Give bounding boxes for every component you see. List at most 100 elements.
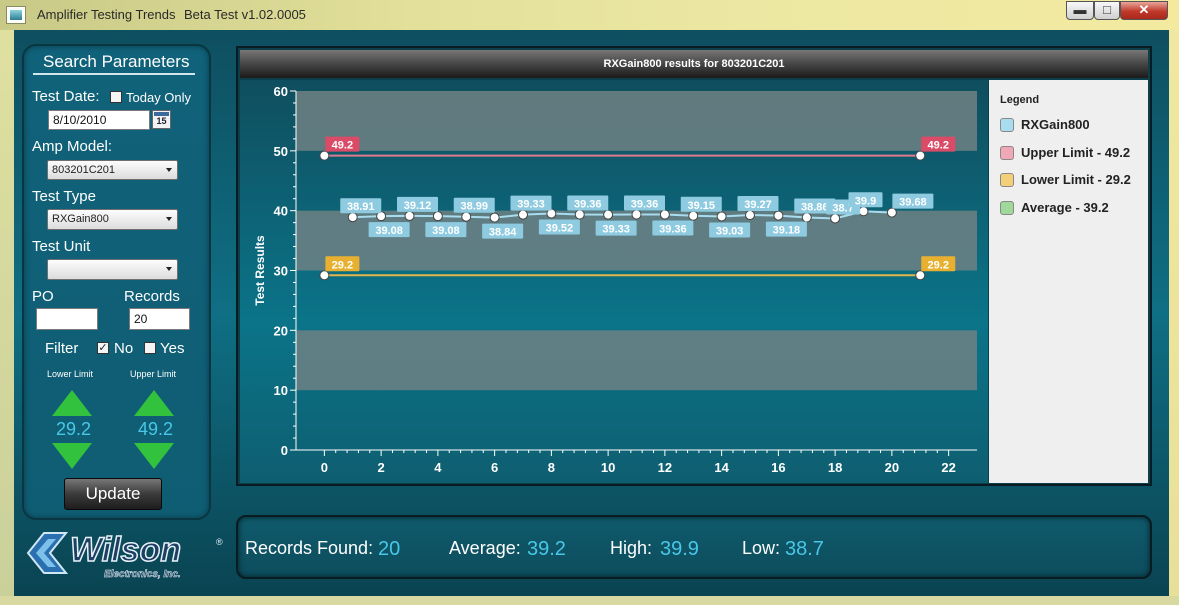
rxgain-data-label: 39.36	[631, 198, 659, 210]
rxgain-point	[432, 211, 443, 222]
legend-swatch	[1000, 118, 1014, 132]
lower-limit-point	[915, 270, 926, 281]
amp-model-select[interactable]: 803201C201	[47, 160, 178, 180]
po-label: PO	[32, 288, 54, 305]
upper-limit-value: 49.2	[138, 419, 174, 439]
records-found-value: 20	[378, 538, 401, 560]
filter-yes-checkbox[interactable]	[144, 342, 156, 354]
y-tick-label: 60	[274, 84, 288, 99]
search-panel-title: Search Parameters	[43, 52, 190, 71]
legend-label: Average - 39.2	[1021, 200, 1109, 215]
rxgain-data-label: 38.99	[460, 201, 488, 213]
window-border-left	[0, 30, 14, 605]
x-tick-label: 6	[491, 460, 498, 475]
today-only-checkbox[interactable]	[110, 91, 122, 103]
chevron-down-icon	[166, 217, 172, 221]
lower-limit-label: Lower Limit	[47, 369, 94, 379]
x-tick-label: 14	[714, 460, 729, 475]
legend-swatch	[1000, 173, 1014, 187]
x-tick-label: 22	[941, 460, 955, 475]
rxgain-point	[830, 213, 841, 224]
amp-model-label: Amp Model:	[32, 138, 113, 155]
high-value: 39.9	[660, 538, 699, 560]
wilson-logo: Wilson ® Electronics, Inc.	[26, 523, 231, 583]
chevron-down-icon	[166, 267, 172, 271]
minimize-button[interactable]: ▬	[1066, 1, 1094, 20]
rxgain-point	[801, 212, 812, 223]
window-title: Amplifier Testing Trends	[37, 7, 176, 22]
lower-limit-up-arrow-icon[interactable]	[52, 390, 92, 416]
window-border-right	[1169, 30, 1179, 605]
rxgain-data-label: 39.52	[546, 223, 574, 235]
rxgain-data-label: 39.33	[602, 224, 630, 236]
legend-swatch	[1000, 146, 1014, 160]
filter-no-checkbox[interactable]: ✓	[97, 342, 109, 354]
update-button[interactable]: Update	[64, 478, 162, 510]
amp-model-value: 803201C201	[52, 164, 116, 176]
filter-no-label: No	[114, 340, 134, 357]
po-input[interactable]	[36, 308, 98, 330]
x-tick-label: 4	[434, 460, 442, 475]
rxgain-data-label: 39.9	[855, 195, 876, 207]
rxgain-point	[404, 210, 415, 221]
upper-limit-point	[915, 150, 926, 161]
rxgain-point	[659, 209, 670, 220]
upper-limit-data-label: 49.2	[928, 140, 949, 152]
rxgain-data-label: 39.68	[899, 197, 927, 209]
x-tick-label: 20	[885, 460, 899, 475]
y-tick-label: 50	[274, 144, 288, 159]
wilson-logo-mark-icon: Wilson ® Electronics, Inc.	[26, 530, 223, 580]
logo-name: Wilson	[70, 531, 181, 569]
test-date-input[interactable]: 8/10/2010	[48, 110, 150, 130]
legend-swatch	[1000, 201, 1014, 215]
rxgain-point	[347, 212, 358, 223]
rxgain-point	[716, 211, 727, 222]
test-unit-select[interactable]	[47, 259, 178, 280]
average-label: Average:	[449, 538, 521, 558]
upper-limit-point	[319, 150, 330, 161]
upper-limit-data-label: 49.2	[332, 140, 353, 152]
rxgain-data-label: 39.12	[404, 200, 432, 212]
lower-limit-data-label: 29.2	[332, 259, 353, 271]
filter-yes-label: Yes	[160, 340, 185, 357]
low-value: 38.7	[785, 538, 824, 560]
window-border-bottom	[0, 596, 1179, 605]
upper-limit-up-arrow-icon[interactable]	[134, 390, 174, 416]
x-tick-label: 18	[828, 460, 842, 475]
rxgain-data-label: 39.03	[716, 225, 744, 237]
app-icon	[6, 6, 26, 24]
chart-band	[296, 330, 977, 391]
rxgain-data-label: 39.18	[773, 225, 801, 237]
rxgain-point	[603, 209, 614, 220]
average-value: 39.2	[527, 538, 566, 560]
high-label: High:	[610, 538, 653, 558]
chart-band	[296, 210, 977, 271]
upper-limit-down-arrow-icon[interactable]	[134, 443, 174, 469]
rxgain-point	[574, 209, 585, 220]
x-tick-label: 10	[601, 460, 615, 475]
legend-title: Legend	[1000, 94, 1040, 106]
maximize-button[interactable]: □	[1094, 1, 1120, 20]
close-button[interactable]: ✕	[1120, 1, 1168, 20]
chart-plot-area: 0 10 20 30 40 50 60 0 2 4 6 8 10 12 14 16 18 20 22 Test Res…	[240, 80, 988, 483]
test-unit-label: Test Unit	[32, 238, 91, 255]
calendar-icon[interactable]: 15	[152, 110, 171, 129]
rxgain-data-label: 39.27	[744, 199, 772, 211]
chart-svg: 0 10 20 30 40 50 60 0 2 4 6 8 10 12 14 16 18 20 22 Test Res…	[253, 84, 977, 475]
lower-limit-down-arrow-icon[interactable]	[52, 443, 92, 469]
rxgain-point	[745, 210, 755, 221]
rxgain-point	[489, 212, 500, 223]
records-input[interactable]: 20	[129, 308, 190, 330]
x-tick-label: 8	[548, 460, 555, 475]
x-tick-label: 16	[771, 460, 785, 475]
rxgain-data-label: 39.33	[517, 199, 545, 211]
x-tick-label: 12	[658, 460, 672, 475]
rxgain-data-label: 38.84	[489, 227, 517, 239]
legend-label: RXGain800	[1021, 117, 1090, 132]
title-underline	[33, 73, 195, 75]
test-type-select[interactable]: RXGain800	[47, 209, 178, 230]
rxgain-point	[773, 210, 784, 221]
x-tick-label: 0	[321, 460, 328, 475]
rxgain-point	[886, 207, 897, 218]
y-tick-label: 10	[274, 383, 288, 398]
